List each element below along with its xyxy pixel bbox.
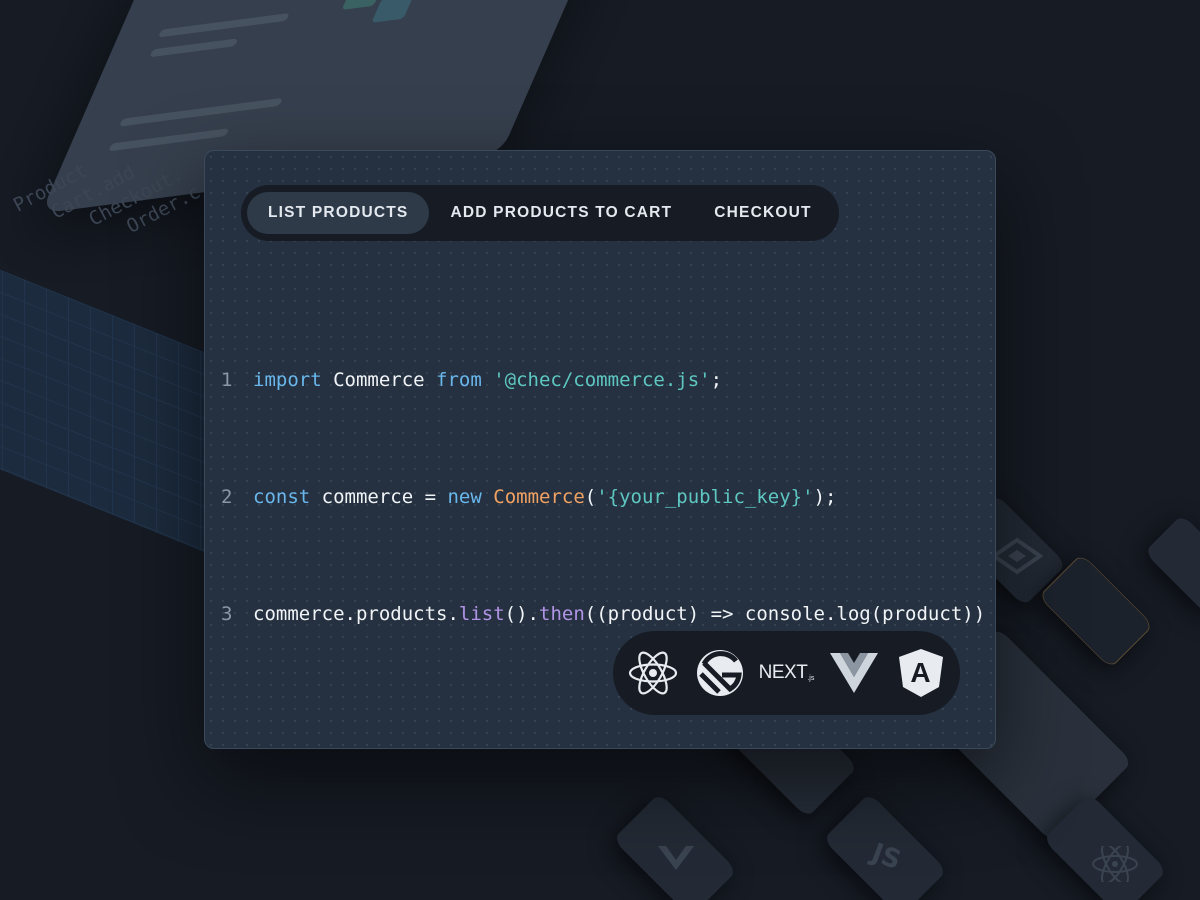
tab-list-products[interactable]: LIST PRODUCTS — [247, 192, 430, 234]
code-token: Commerce — [321, 369, 437, 391]
code-token-class: Commerce — [481, 486, 585, 508]
code-token: ); — [813, 486, 837, 508]
code-token: ( — [584, 486, 597, 508]
code-token: commerce.products. — [253, 603, 459, 625]
code-token: (). — [504, 603, 539, 625]
tab-add-products-to-cart[interactable]: ADD PRODUCTS TO CART — [429, 192, 693, 234]
angular-letter: A — [910, 657, 931, 688]
code-line: 3 commerce.products. list (). then ((product… — [221, 595, 985, 634]
line-number: 2 — [221, 486, 233, 508]
tab-checkout[interactable]: CHECKOUT — [693, 192, 832, 234]
code-token-keyword: const — [253, 486, 311, 508]
code-token-string: '{your_public_key}' — [596, 486, 814, 508]
nextjs-wordmark: NEXT — [758, 662, 808, 683]
bg-vue-glyph — [658, 846, 694, 870]
example-tab-bar: LIST PRODUCTS ADD PRODUCTS TO CART CHECK… — [241, 185, 839, 241]
line-number: 1 — [221, 369, 233, 391]
framework-selector: NEXT .js A — [613, 631, 960, 715]
code-token-keyword: new — [447, 486, 482, 508]
code-token-function: list — [458, 603, 505, 625]
angular-icon[interactable]: A — [893, 645, 949, 701]
code-example-panel: LIST PRODUCTS ADD PRODUCTS TO CART CHECK… — [204, 150, 996, 749]
code-token: commerce = — [310, 486, 448, 508]
bg-tile — [1144, 514, 1200, 616]
code-line: 1 import Commerce from '@chec/commerce.j… — [221, 361, 985, 400]
bg-chec-glyph — [990, 537, 1044, 575]
code-token-keyword: import — [253, 369, 322, 391]
react-icon[interactable] — [625, 645, 681, 701]
code-token: ; — [710, 369, 723, 391]
bg-react-glyph — [1092, 846, 1138, 882]
code-token: ((product) => console.log(product)) — [584, 603, 986, 625]
code-token-keyword: from — [436, 369, 482, 391]
line-number: 3 — [221, 603, 233, 625]
nextjs-icon[interactable]: NEXT .js — [759, 645, 815, 701]
vue-icon[interactable] — [826, 645, 882, 701]
nextjs-suffix: .js — [807, 674, 815, 682]
code-token-string: '@chec/commerce.js' — [481, 369, 711, 391]
code-token-function: then — [539, 603, 585, 625]
code-line: 2 const commerce = new Commerce('{your_p… — [221, 478, 985, 517]
gatsby-icon[interactable] — [692, 645, 748, 701]
